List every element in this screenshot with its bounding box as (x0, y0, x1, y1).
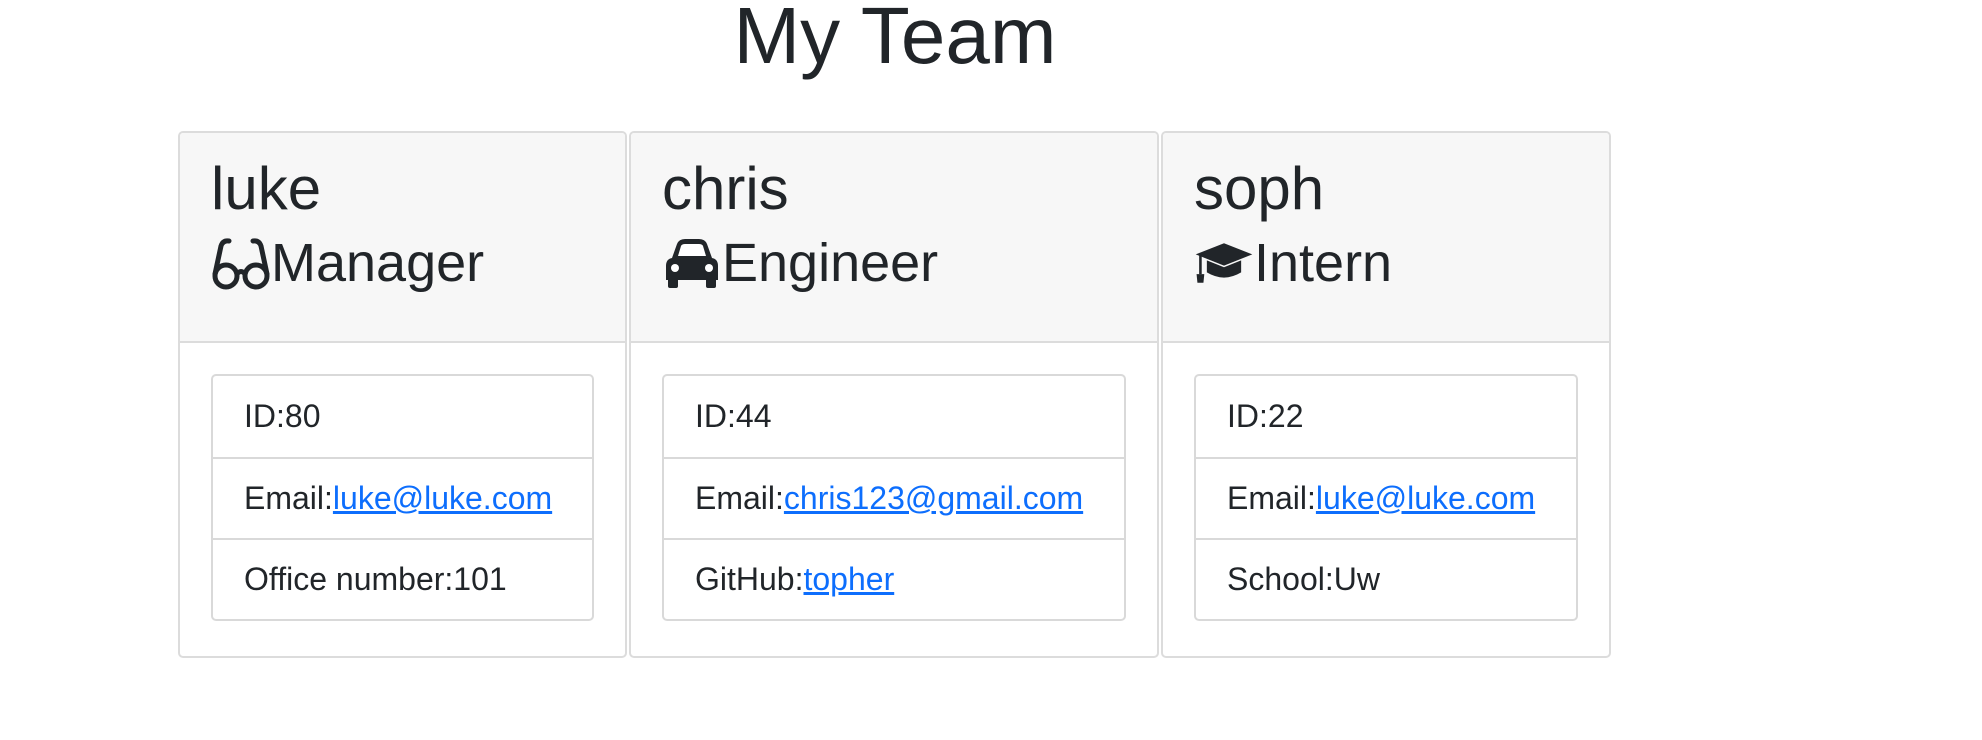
graduation-cap-icon (1194, 236, 1254, 290)
id-value: 80 (284, 398, 321, 434)
email-item: Email: luke@luke.com (1196, 457, 1576, 538)
email-label: Email: (244, 480, 333, 516)
id-value: 22 (1267, 398, 1304, 434)
id-item: ID: 80 (213, 376, 592, 457)
info-list: ID: 22 Email: luke@luke.com School: Uw (1194, 374, 1578, 621)
email-item: Email: chris123@gmail.com (664, 457, 1124, 538)
id-label: ID: (244, 398, 285, 434)
employee-role: Engineer (662, 233, 1126, 293)
email-link[interactable]: luke@luke.com (1316, 480, 1535, 517)
glasses-icon (211, 236, 271, 290)
school-label: School: (1227, 561, 1334, 597)
info-list: ID: 80 Email: luke@luke.com Office numbe… (211, 374, 594, 621)
email-link[interactable]: luke@luke.com (333, 480, 552, 517)
github-item: GitHub: topher (664, 538, 1124, 619)
employee-card-manager: luke Manager ID: 80 Email: luke@luke.com… (178, 131, 627, 658)
card-body: ID: 44 Email: chris123@gmail.com GitHub:… (631, 343, 1157, 621)
id-label: ID: (695, 398, 736, 434)
school-item: School: Uw (1196, 538, 1576, 619)
email-link[interactable]: chris123@gmail.com (784, 480, 1083, 517)
school-value: Uw (1333, 561, 1380, 597)
role-label: Manager (271, 233, 485, 293)
id-label: ID: (1227, 398, 1268, 434)
page-title: My Team (733, 0, 1057, 80)
car-icon (662, 236, 722, 290)
github-link[interactable]: topher (803, 561, 894, 598)
role-label: Engineer (722, 233, 939, 293)
card-header: chris Engineer (631, 133, 1157, 343)
office-number-label: Office number: (244, 561, 454, 597)
employee-role: Intern (1194, 233, 1578, 293)
id-item: ID: 22 (1196, 376, 1576, 457)
employee-name: luke (211, 155, 322, 222)
team-cards: luke Manager ID: 80 Email: luke@luke.com… (178, 131, 1611, 658)
id-item: ID: 44 (664, 376, 1124, 457)
office-number-item: Office number: 101 (213, 538, 592, 619)
role-label: Intern (1254, 233, 1393, 293)
employee-name: chris (662, 155, 789, 222)
card-body: ID: 22 Email: luke@luke.com School: Uw (1163, 343, 1609, 621)
office-number-value: 101 (453, 561, 507, 597)
card-body: ID: 80 Email: luke@luke.com Office numbe… (180, 343, 625, 621)
card-header: soph Intern (1163, 133, 1609, 343)
github-label: GitHub: (695, 561, 804, 597)
email-item: Email: luke@luke.com (213, 457, 592, 538)
employee-name: soph (1194, 155, 1325, 222)
email-label: Email: (1227, 480, 1316, 516)
id-value: 44 (735, 398, 772, 434)
email-label: Email: (695, 480, 784, 516)
info-list: ID: 44 Email: chris123@gmail.com GitHub:… (662, 374, 1126, 621)
employee-card-intern: soph Intern ID: 22 Email: luke@luke.com … (1161, 131, 1611, 658)
employee-card-engineer: chris Engineer ID: 44 Email: chris123@gm… (629, 131, 1159, 658)
card-header: luke Manager (180, 133, 625, 343)
employee-role: Manager (211, 233, 594, 293)
